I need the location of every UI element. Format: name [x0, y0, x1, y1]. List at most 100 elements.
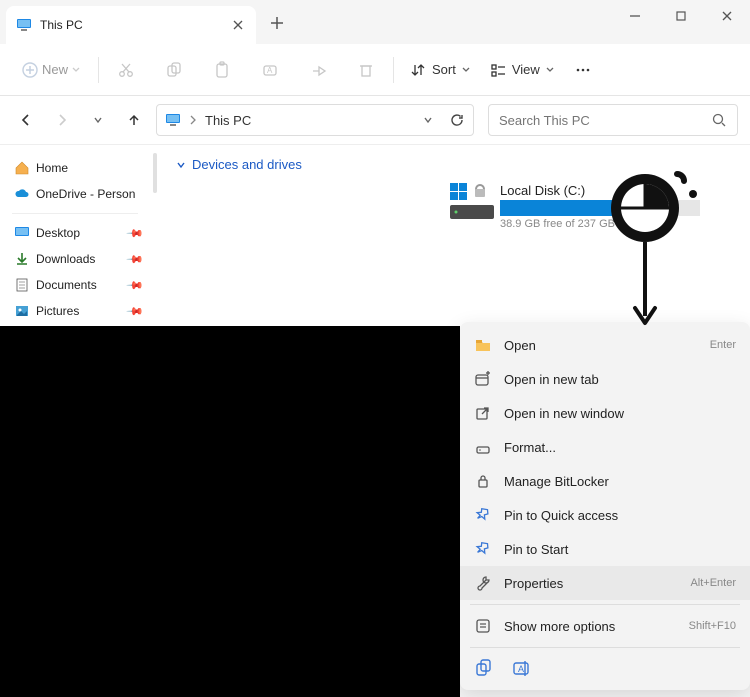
- refresh-button[interactable]: [449, 112, 465, 128]
- window-controls: [612, 0, 750, 32]
- desktop-icon: [14, 225, 30, 241]
- search-input[interactable]: [499, 113, 705, 128]
- close-window-button[interactable]: [704, 0, 750, 32]
- section-label: Devices and drives: [192, 157, 302, 172]
- back-button[interactable]: [12, 106, 40, 134]
- sidebar-label: Desktop: [36, 226, 80, 240]
- search-icon[interactable]: [711, 112, 727, 128]
- pin-icon: 📌: [126, 276, 145, 295]
- new-tab-button[interactable]: [262, 8, 292, 38]
- ctx-pin-quick-access[interactable]: Pin to Quick access: [460, 498, 750, 532]
- pictures-icon: [14, 303, 30, 319]
- downloads-icon: [14, 251, 30, 267]
- drive-local-disk-c[interactable]: Local Disk (C:) 38.9 GB free of 237 GB: [450, 183, 700, 230]
- view-label: View: [512, 62, 540, 77]
- navbar: This PC: [0, 96, 750, 144]
- drive-name: Local Disk (C:): [500, 183, 700, 198]
- sidebar-label: Downloads: [36, 252, 95, 266]
- chevron-right-icon: [189, 115, 197, 125]
- chevron-down-icon: [72, 66, 80, 74]
- view-button[interactable]: View: [482, 56, 562, 84]
- sort-button[interactable]: Sort: [402, 56, 478, 84]
- sidebar-label: Documents: [36, 278, 97, 292]
- cut-button[interactable]: [107, 55, 145, 85]
- up-button[interactable]: [120, 106, 148, 134]
- address-dropdown-icon[interactable]: [423, 115, 433, 125]
- ctx-label: Pin to Quick access: [504, 508, 618, 523]
- ctx-pin-start[interactable]: Pin to Start: [460, 532, 750, 566]
- copy-button[interactable]: [155, 55, 193, 85]
- sidebar-label: OneDrive - Person: [36, 187, 135, 201]
- ctx-shortcut: Alt+Enter: [690, 577, 736, 589]
- lower-black-region: [0, 326, 460, 697]
- properties-icon: [474, 574, 492, 592]
- share-button[interactable]: [299, 55, 337, 85]
- ctx-label: Format...: [504, 440, 556, 455]
- rename-icon[interactable]: A: [512, 658, 532, 678]
- new-window-icon: [474, 404, 492, 422]
- drive-icon: [450, 183, 490, 223]
- pin-icon: [474, 506, 492, 524]
- delete-button[interactable]: [347, 55, 385, 85]
- new-label: New: [42, 62, 68, 77]
- ctx-format[interactable]: Format...: [460, 430, 750, 464]
- ctx-label: Open in new window: [504, 406, 624, 421]
- breadcrumb[interactable]: This PC: [205, 113, 415, 128]
- minimize-button[interactable]: [612, 0, 658, 32]
- titlebar: This PC: [0, 0, 750, 44]
- new-button[interactable]: New: [12, 56, 90, 84]
- ctx-open[interactable]: Open Enter: [460, 328, 750, 362]
- copy-icon[interactable]: [474, 658, 494, 678]
- ctx-bitlocker[interactable]: Manage BitLocker: [460, 464, 750, 498]
- ctx-show-more[interactable]: Show more options Shift+F10: [460, 609, 750, 643]
- section-devices[interactable]: Devices and drives: [176, 157, 734, 172]
- drive-usage-bar: [500, 200, 700, 216]
- ctx-label: Properties: [504, 576, 563, 591]
- pin-icon: [474, 540, 492, 558]
- paste-button[interactable]: [203, 55, 241, 85]
- chevron-down-icon: [546, 66, 554, 74]
- tab-this-pc[interactable]: This PC: [6, 6, 256, 44]
- ctx-label: Manage BitLocker: [504, 474, 609, 489]
- more-button[interactable]: [566, 55, 600, 85]
- pin-icon: 📌: [126, 250, 145, 269]
- this-pc-icon: [165, 112, 181, 128]
- onedrive-icon: [14, 186, 30, 202]
- sidebar-item-desktop[interactable]: Desktop 📌: [0, 220, 150, 246]
- sidebar-item-downloads[interactable]: Downloads 📌: [0, 246, 150, 272]
- lock-icon: [474, 472, 492, 490]
- documents-icon: [14, 277, 30, 293]
- sidebar-item-pictures[interactable]: Pictures 📌: [0, 298, 150, 324]
- ctx-shortcut: Shift+F10: [689, 620, 736, 632]
- ctx-properties[interactable]: Properties Alt+Enter: [460, 566, 750, 600]
- ctx-label: Pin to Start: [504, 542, 568, 557]
- ctx-open-new-window[interactable]: Open in new window: [460, 396, 750, 430]
- ctx-label: Show more options: [504, 619, 615, 634]
- svg-text:A: A: [518, 664, 524, 674]
- pin-icon: 📌: [126, 224, 145, 243]
- rename-button[interactable]: A: [251, 55, 289, 85]
- recent-dropdown[interactable]: [84, 106, 112, 134]
- sidebar-item-onedrive[interactable]: OneDrive - Person: [0, 181, 150, 207]
- more-options-icon: [474, 617, 492, 635]
- new-tab-icon: [474, 370, 492, 388]
- ctx-label: Open in new tab: [504, 372, 599, 387]
- sidebar-label: Home: [36, 161, 68, 175]
- sidebar-item-home[interactable]: Home: [0, 155, 150, 181]
- chevron-down-icon: [176, 160, 186, 170]
- tab-title: This PC: [40, 18, 222, 32]
- forward-button[interactable]: [48, 106, 76, 134]
- search-box[interactable]: [488, 104, 738, 136]
- maximize-button[interactable]: [658, 0, 704, 32]
- home-icon: [14, 160, 30, 176]
- sort-label: Sort: [432, 62, 456, 77]
- address-bar[interactable]: This PC: [156, 104, 474, 136]
- sidebar-label: Pictures: [36, 304, 79, 318]
- toolbar: New A Sort View: [0, 44, 750, 96]
- svg-text:A: A: [267, 66, 273, 75]
- ctx-open-new-tab[interactable]: Open in new tab: [460, 362, 750, 396]
- folder-open-icon: [474, 336, 492, 354]
- format-icon: [474, 438, 492, 456]
- sidebar-item-documents[interactable]: Documents 📌: [0, 272, 150, 298]
- close-tab-icon[interactable]: [230, 17, 246, 33]
